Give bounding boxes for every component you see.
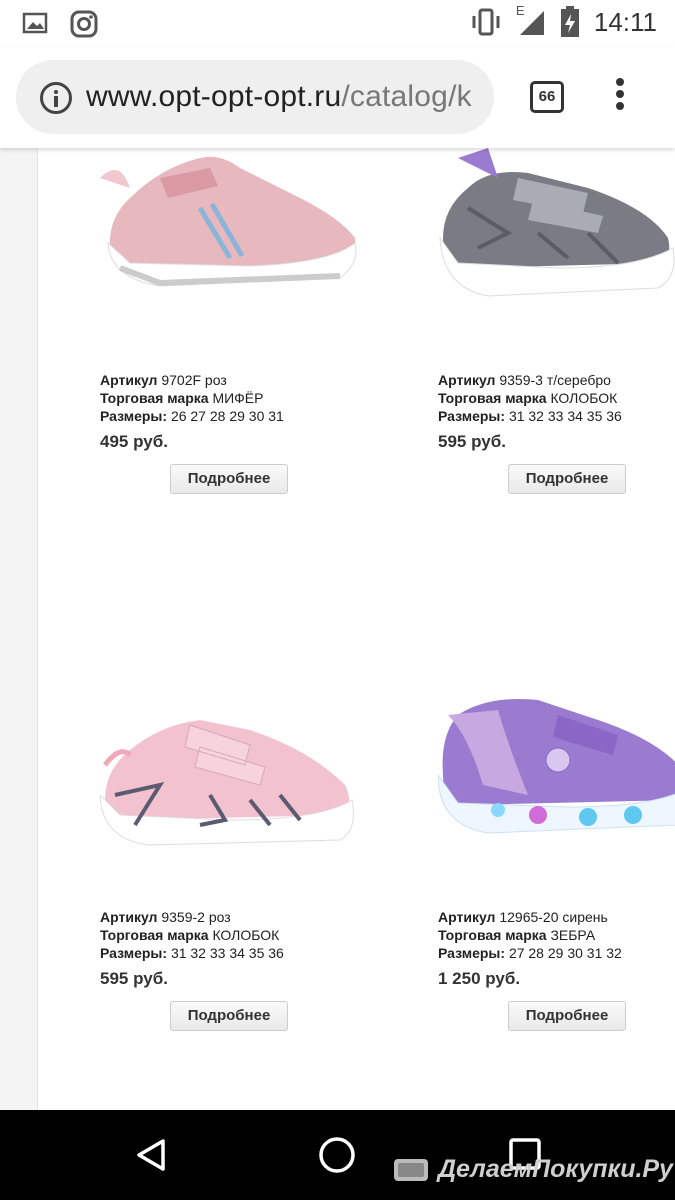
article-value: 9359-2 роз <box>161 909 231 925</box>
product-price: 595 руб. <box>438 432 506 451</box>
watermark-text: ДелаемПокупки.Ру <box>438 1155 673 1183</box>
tab-switcher-button[interactable]: 66 <box>530 81 564 113</box>
brand-label: Торговая марка <box>100 927 209 943</box>
article-value: 9702F роз <box>161 372 227 388</box>
product-info: Артикул 9359-3 т/серебро Торговая марка … <box>438 371 622 425</box>
details-button[interactable]: Подробнее <box>508 464 626 494</box>
sizes-value: 27 28 29 30 31 32 <box>508 945 622 961</box>
image-icon <box>22 12 48 34</box>
details-button[interactable]: Подробнее <box>170 464 288 494</box>
product-card: Артикул 9359-2 роз Торговая марка КОЛОБО… <box>100 675 360 1110</box>
brand-value: МИФЁР <box>212 390 264 406</box>
back-icon[interactable] <box>133 1137 169 1173</box>
overflow-menu-icon[interactable] <box>616 78 626 118</box>
vibrate-icon <box>472 8 500 36</box>
url-path: /catalog/k <box>341 80 472 113</box>
product-price: 495 руб. <box>100 432 168 451</box>
sizes-value: 31 32 33 34 35 36 <box>508 408 622 424</box>
article-label: Артикул <box>438 909 496 925</box>
product-image[interactable] <box>438 675 675 915</box>
sizes-label: Размеры: <box>100 408 168 424</box>
product-info: Артикул 12965-20 сирень Торговая марка З… <box>438 908 622 962</box>
product-price: 595 руб. <box>100 969 168 988</box>
url-domain: www.opt-opt-opt.ru <box>86 80 342 113</box>
brand-label: Торговая марка <box>100 390 209 406</box>
article-value: 9359-3 т/серебро <box>499 372 611 388</box>
product-image[interactable] <box>100 148 360 378</box>
brand-label: Торговая марка <box>438 927 547 943</box>
brand-value: ЗЕБРА <box>550 927 596 943</box>
product-price: 1 250 руб. <box>438 969 521 988</box>
brand-value: КОЛОБОК <box>212 927 280 943</box>
article-label: Артикул <box>100 372 158 388</box>
product-info: Артикул 9702F роз Торговая марка МИФЁР Р… <box>100 371 284 425</box>
details-button[interactable]: Подробнее <box>508 1001 626 1031</box>
product-card: Артикул 12965-20 сирень Торговая марка З… <box>438 675 675 1110</box>
instagram-icon <box>70 10 98 38</box>
article-label: Артикул <box>438 372 496 388</box>
battery-charging-icon <box>560 6 579 37</box>
browser-toolbar: www.opt-opt-opt.ru/catalog/k 66 <box>0 48 675 148</box>
article-value: 12965-20 сирень <box>499 909 608 925</box>
article-label: Артикул <box>100 909 158 925</box>
brand-value: КОЛОБОК <box>550 390 618 406</box>
catalog-grid: Артикул 9702F роз Торговая марка МИФЁР Р… <box>0 148 675 1110</box>
signal-icon: E <box>516 3 546 37</box>
status-bar: E 14:11 <box>0 0 675 48</box>
sizes-label: Размеры: <box>438 408 506 424</box>
product-image[interactable] <box>438 148 675 378</box>
clock: 14:11 <box>593 6 657 37</box>
sizes-label: Размеры: <box>100 945 168 961</box>
sizes-value: 31 32 33 34 35 36 <box>170 945 284 961</box>
product-image[interactable] <box>100 675 360 915</box>
details-button[interactable]: Подробнее <box>170 1001 288 1031</box>
wallet-logo-icon <box>394 1159 428 1181</box>
home-icon[interactable] <box>318 1136 356 1174</box>
product-card: Артикул 9359-3 т/серебро Торговая марка … <box>438 148 675 648</box>
url-text[interactable]: www.opt-opt-opt.ru/catalog/k <box>86 80 472 114</box>
brand-label: Торговая марка <box>438 390 547 406</box>
address-bar[interactable]: www.opt-opt-opt.ru/catalog/k <box>16 60 494 134</box>
info-icon[interactable] <box>40 82 72 114</box>
product-info: Артикул 9359-2 роз Торговая марка КОЛОБО… <box>100 908 284 962</box>
sizes-value: 26 27 28 29 30 31 <box>170 408 284 424</box>
product-card: Артикул 9702F роз Торговая марка МИФЁР Р… <box>100 148 360 648</box>
sizes-label: Размеры: <box>438 945 506 961</box>
